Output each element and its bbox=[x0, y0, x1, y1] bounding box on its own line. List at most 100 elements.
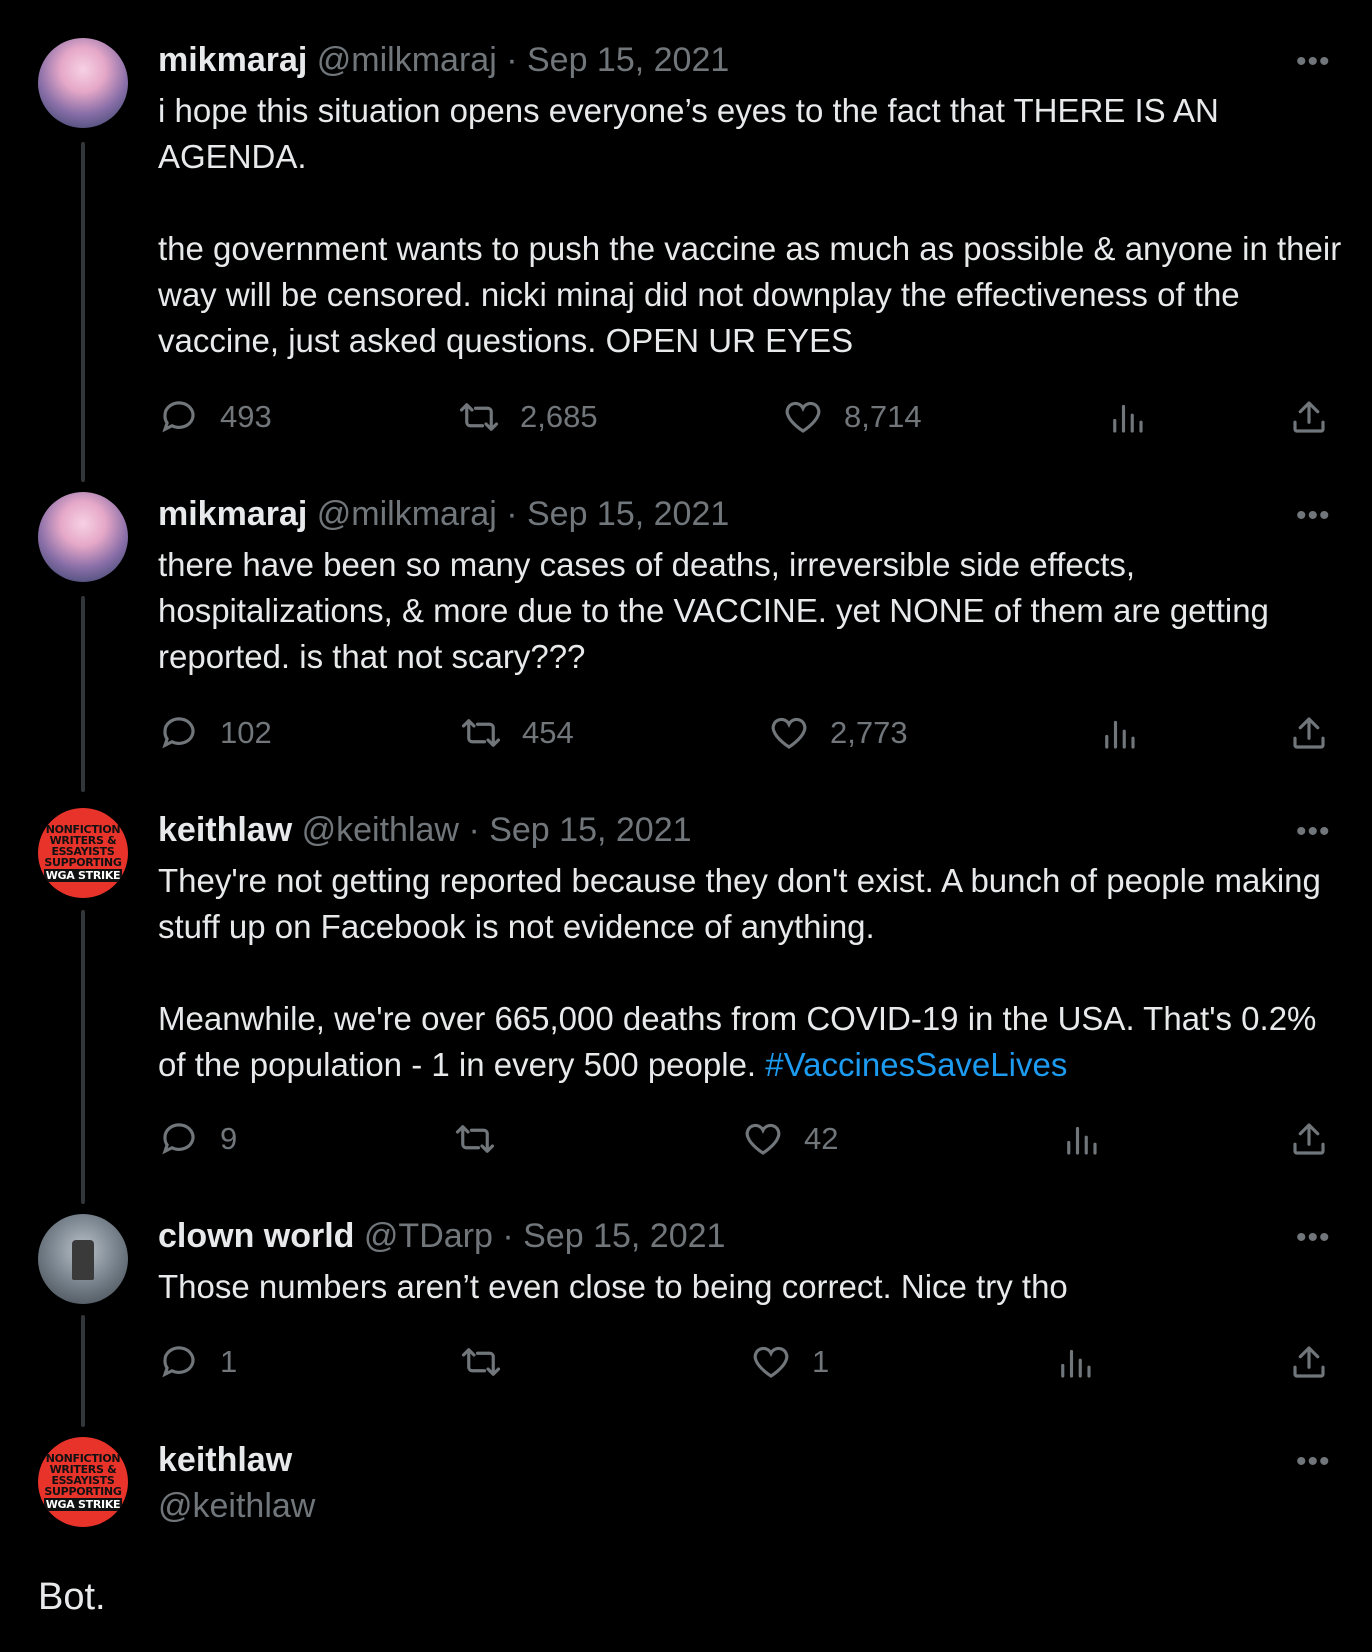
author-handle[interactable]: @keithlaw bbox=[302, 811, 459, 849]
author-name[interactable]: mikmaraj bbox=[158, 41, 307, 79]
reply-button[interactable]: 493 bbox=[158, 396, 272, 438]
author-handle[interactable]: @keithlaw bbox=[158, 1486, 315, 1526]
more-icon[interactable]: ••• bbox=[1296, 501, 1331, 531]
thread-line bbox=[81, 910, 85, 1204]
separator: · bbox=[502, 1217, 514, 1255]
tweet-paragraph: there have been so many cases of deaths,… bbox=[158, 546, 1269, 675]
avatar[interactable] bbox=[38, 1214, 128, 1304]
retweet-icon bbox=[461, 1348, 501, 1376]
author-name[interactable]: clown world bbox=[158, 1217, 354, 1255]
retweet-icon bbox=[455, 1125, 495, 1153]
reply-icon bbox=[162, 1346, 195, 1378]
tweet-text: i hope this situation opens everyone’s e… bbox=[158, 88, 1348, 364]
retweet-count: 454 bbox=[522, 715, 574, 750]
author-handle[interactable]: @TDarp bbox=[364, 1217, 493, 1255]
more-icon[interactable]: ••• bbox=[1296, 1223, 1331, 1253]
views-icon bbox=[1105, 720, 1135, 749]
tweet-text: there have been so many cases of deaths,… bbox=[158, 542, 1348, 680]
retweet-button[interactable] bbox=[460, 1341, 522, 1383]
reply-icon bbox=[162, 401, 195, 433]
like-count: 2,773 bbox=[830, 715, 908, 750]
reply-icon bbox=[162, 1123, 195, 1155]
retweet-icon bbox=[461, 719, 501, 747]
like-button[interactable]: 42 bbox=[742, 1118, 838, 1160]
hashtag-link[interactable]: #VaccinesSaveLives bbox=[765, 1046, 1067, 1083]
thread-line bbox=[81, 596, 85, 792]
avatar[interactable]: NONFICTION WRITERS & ESSAYISTS SUPPORTIN… bbox=[38, 808, 128, 898]
thread-line bbox=[81, 1315, 85, 1427]
tweet-paragraph: the government wants to push the vaccine… bbox=[158, 230, 1342, 359]
views-button[interactable] bbox=[1054, 1341, 1096, 1383]
tweet-header: mikmaraj @milkmaraj · Sep 15, 2021 bbox=[158, 494, 729, 534]
tweet-paragraph: Meanwhile, we're over 665,000 deaths fro… bbox=[158, 996, 1348, 1088]
retweet-button[interactable]: 454 bbox=[460, 712, 574, 754]
reply-button[interactable]: 102 bbox=[158, 712, 272, 754]
avatar-text: SUPPORTING bbox=[44, 1485, 122, 1498]
share-icon bbox=[1293, 1346, 1325, 1378]
share-button[interactable] bbox=[1288, 1118, 1330, 1160]
retweet-icon bbox=[459, 403, 499, 431]
more-icon[interactable]: ••• bbox=[1296, 817, 1331, 847]
tweet-text: Bot. bbox=[38, 1576, 106, 1618]
avatar[interactable]: NONFICTION WRITERS & ESSAYISTS SUPPORTIN… bbox=[38, 1437, 128, 1527]
tweet-actions: 102 454 2,773 bbox=[158, 712, 1338, 758]
tweet-date[interactable]: Sep 15, 2021 bbox=[527, 41, 729, 79]
tweet-paragraph: They're not getting reported because the… bbox=[158, 862, 1321, 945]
avatar[interactable] bbox=[38, 492, 128, 582]
reply-button[interactable]: 9 bbox=[158, 1118, 237, 1160]
avatar-text: SUPPORTING bbox=[44, 856, 122, 869]
author-name[interactable]: keithlaw bbox=[158, 1440, 292, 1480]
reply-icon bbox=[162, 717, 195, 749]
avatar-text: WGA STRIKE bbox=[43, 869, 123, 882]
reply-count: 493 bbox=[220, 399, 272, 434]
views-icon bbox=[1113, 404, 1143, 433]
tweet-header: mikmaraj @milkmaraj · Sep 15, 2021 bbox=[158, 40, 729, 80]
like-icon bbox=[771, 717, 807, 749]
reply-count: 102 bbox=[220, 715, 272, 750]
separator: · bbox=[506, 495, 518, 533]
tweet-actions: 9 42 bbox=[158, 1118, 1338, 1164]
tweet-text: Those numbers aren’t even close to being… bbox=[158, 1264, 1348, 1310]
views-button[interactable] bbox=[1106, 396, 1148, 438]
reply-count: 9 bbox=[220, 1121, 238, 1156]
retweet-count: 2,685 bbox=[520, 399, 598, 434]
author-handle[interactable]: @milkmaraj bbox=[317, 495, 497, 533]
tweet-date[interactable]: Sep 15, 2021 bbox=[489, 811, 691, 849]
views-icon bbox=[1067, 1126, 1097, 1155]
more-icon[interactable]: ••• bbox=[1296, 47, 1331, 77]
thread-line bbox=[81, 142, 85, 482]
tweet-date[interactable]: Sep 15, 2021 bbox=[523, 1217, 725, 1255]
tweet-text: They're not getting reported because the… bbox=[158, 858, 1348, 1088]
author-handle[interactable]: @milkmaraj bbox=[317, 41, 497, 79]
reply-button[interactable]: 1 bbox=[158, 1341, 237, 1383]
more-icon[interactable]: ••• bbox=[1296, 1447, 1331, 1477]
views-icon bbox=[1061, 1349, 1091, 1378]
tweet-paragraph: Those numbers aren’t even close to being… bbox=[158, 1268, 1068, 1305]
like-count: 8,714 bbox=[844, 399, 922, 434]
share-icon bbox=[1293, 1123, 1325, 1155]
views-button[interactable] bbox=[1098, 712, 1140, 754]
tweet-paragraph-text: Meanwhile, we're over 665,000 deaths fro… bbox=[158, 1000, 1317, 1083]
tweet-date[interactable]: Sep 15, 2021 bbox=[527, 495, 729, 533]
author-name[interactable]: keithlaw bbox=[158, 811, 292, 849]
views-button[interactable] bbox=[1060, 1118, 1102, 1160]
like-button[interactable]: 2,773 bbox=[768, 712, 908, 754]
like-icon bbox=[753, 1346, 789, 1378]
share-button[interactable] bbox=[1288, 1341, 1330, 1383]
like-button[interactable]: 8,714 bbox=[782, 396, 922, 438]
like-button[interactable]: 1 bbox=[750, 1341, 829, 1383]
like-icon bbox=[785, 401, 821, 433]
share-button[interactable] bbox=[1288, 712, 1330, 754]
tweet-actions: 1 1 bbox=[158, 1341, 1338, 1387]
tweet-header: keithlaw @keithlaw · Sep 15, 2021 bbox=[158, 810, 692, 850]
avatar[interactable] bbox=[38, 38, 128, 128]
share-icon bbox=[1293, 401, 1325, 433]
share-icon bbox=[1293, 717, 1325, 749]
retweet-button[interactable]: 2,685 bbox=[458, 396, 598, 438]
share-button[interactable] bbox=[1288, 396, 1330, 438]
reply-count: 1 bbox=[220, 1344, 238, 1379]
tweet-actions: 493 2,685 8,714 bbox=[158, 396, 1338, 442]
author-name[interactable]: mikmaraj bbox=[158, 495, 307, 533]
like-count: 42 bbox=[804, 1121, 839, 1156]
retweet-button[interactable] bbox=[454, 1118, 516, 1160]
